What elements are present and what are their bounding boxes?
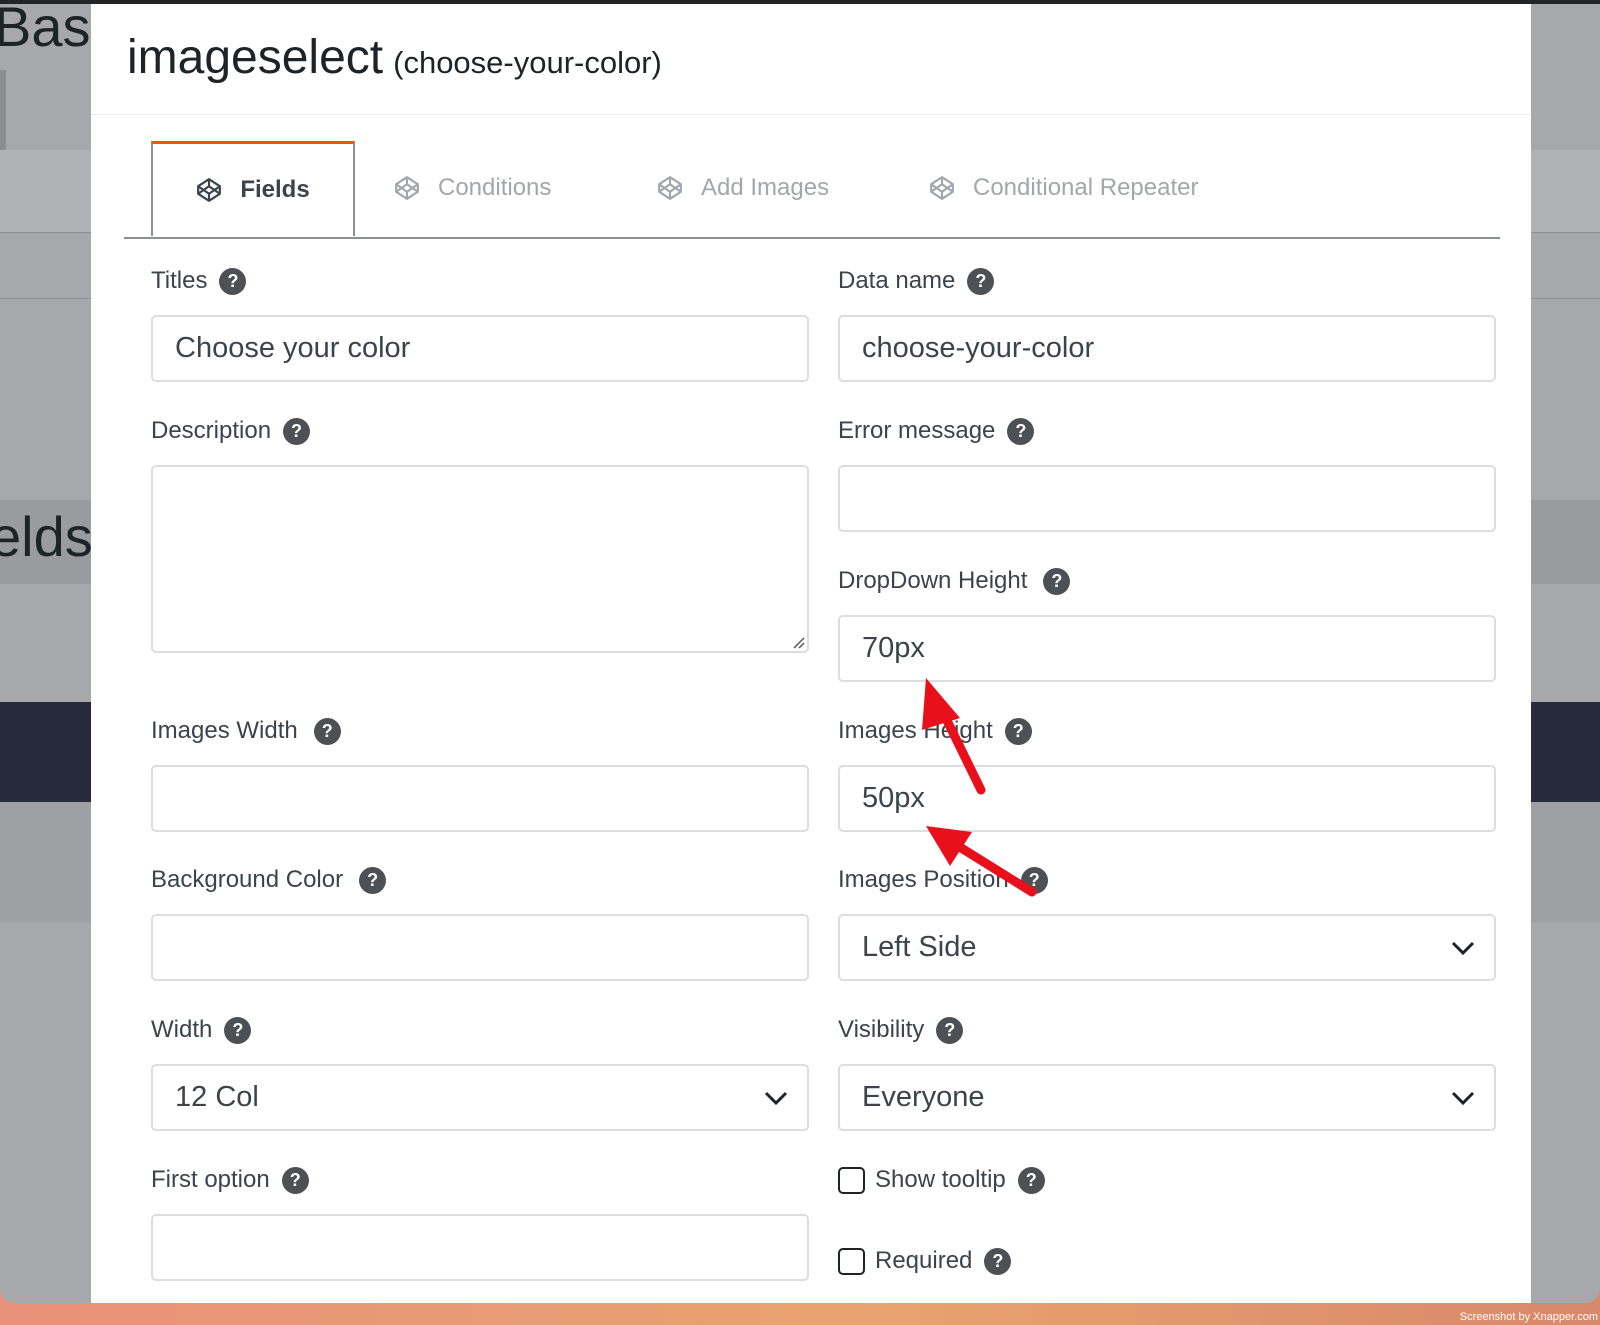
help-icon[interactable]: ? <box>281 1166 309 1194</box>
help-icon[interactable]: ? <box>936 1016 964 1044</box>
select-value: Everyone <box>862 1081 985 1113</box>
label-text: Width <box>151 1016 213 1043</box>
help-icon[interactable]: ? <box>313 717 341 745</box>
background-heading: Bas <box>0 0 91 58</box>
images-position-label: Images Position? <box>838 866 1048 894</box>
tab-label: Add Images <box>701 174 830 201</box>
label-text: Images Position <box>838 866 1009 893</box>
background-heading: elds <box>0 505 93 568</box>
images-height-input[interactable]: 50px <box>838 765 1496 832</box>
help-icon[interactable]: ? <box>1020 866 1048 894</box>
watermark: Screenshot by Xnapper.com <box>1459 1311 1598 1323</box>
field-type-title: imageselect <box>127 31 384 84</box>
checkbox-label: Required <box>875 1247 973 1274</box>
help-icon[interactable]: ? <box>1043 567 1071 595</box>
required-row[interactable]: Required? <box>838 1247 1012 1275</box>
help-icon[interactable]: ? <box>967 267 995 295</box>
width-select[interactable]: 12 Col <box>151 1064 809 1131</box>
label-text: First option <box>151 1166 270 1193</box>
background-color-label: Background Color? <box>151 866 387 894</box>
images-width-input[interactable] <box>151 765 809 832</box>
codepen-icon <box>197 178 222 202</box>
help-icon[interactable]: ? <box>1017 1166 1045 1194</box>
chevron-down-icon <box>1451 1091 1475 1106</box>
tab-label: Conditions <box>438 174 552 201</box>
help-icon[interactable]: ? <box>283 417 311 445</box>
images-position-select[interactable]: Left Side <box>838 914 1496 981</box>
label-text: Background Color <box>151 866 344 893</box>
visibility-label: Visibility? <box>838 1016 964 1044</box>
visibility-select[interactable]: Everyone <box>838 1064 1496 1131</box>
field-settings-modal: imageselect (choose-your-color) Fields Co… <box>91 4 1531 1303</box>
help-icon[interactable]: ? <box>1004 717 1032 745</box>
tab-bar: Fields Conditions Add Images Conditional… <box>124 141 1500 239</box>
codepen-icon <box>395 176 419 200</box>
help-icon[interactable]: ? <box>1007 417 1035 445</box>
modal-header: imageselect (choose-your-color) <box>91 4 1531 115</box>
required-checkbox[interactable] <box>838 1247 865 1275</box>
select-value: Left Side <box>862 931 977 963</box>
chevron-down-icon <box>1451 941 1475 956</box>
error-message-input[interactable] <box>838 465 1496 532</box>
titles-input[interactable]: Choose your color <box>151 315 809 382</box>
label-text: DropDown Height <box>838 567 1028 594</box>
codepen-icon <box>658 176 682 200</box>
tab-fields[interactable]: Fields <box>151 141 355 236</box>
width-label: Width? <box>151 1016 252 1044</box>
label-text: Titles <box>151 267 208 294</box>
label-text: Data name <box>838 267 956 294</box>
data-name-input[interactable]: choose-your-color <box>838 315 1496 382</box>
first-option-label: First option? <box>151 1166 309 1194</box>
tab-label: Conditional Repeater <box>973 174 1199 201</box>
images-height-label: Images Height? <box>838 717 1032 745</box>
help-icon[interactable]: ? <box>219 267 247 295</box>
error-message-label: Error message? <box>838 417 1035 445</box>
help-icon[interactable]: ? <box>984 1247 1012 1275</box>
tab-label: Fields <box>240 176 310 203</box>
label-text: Images Width <box>151 717 298 744</box>
images-width-label: Images Width? <box>151 717 341 745</box>
dropdown-height-label: DropDown Height? <box>838 567 1071 595</box>
background-divider <box>0 70 6 150</box>
description-textarea[interactable] <box>151 465 809 653</box>
show-tooltip-row[interactable]: Show tooltip? <box>838 1166 1045 1194</box>
codepen-icon <box>930 176 954 200</box>
description-label: Description? <box>151 417 311 445</box>
label-text: Visibility <box>838 1016 925 1043</box>
first-option-input[interactable] <box>151 1214 809 1281</box>
background-color-input[interactable] <box>151 914 809 981</box>
tab-conditional-repeater[interactable]: Conditional Repeater <box>929 141 1198 235</box>
titles-label: Titles? <box>151 267 247 295</box>
label-text: Description <box>151 417 272 444</box>
data-name-label: Data name? <box>838 267 995 295</box>
help-icon[interactable]: ? <box>224 1016 252 1044</box>
field-slug-subtitle: (choose-your-color) <box>393 45 662 80</box>
tab-conditions[interactable]: Conditions <box>394 141 551 235</box>
chevron-down-icon <box>764 1091 788 1106</box>
dropdown-height-input[interactable]: 70px <box>838 615 1496 682</box>
tab-add-images[interactable]: Add Images <box>657 141 829 235</box>
checkbox-label: Show tooltip <box>875 1166 1006 1193</box>
label-text: Error message <box>838 417 996 444</box>
select-value: 12 Col <box>175 1081 259 1113</box>
modal-title: imageselect (choose-your-color) <box>127 30 662 85</box>
show-tooltip-checkbox[interactable] <box>838 1166 865 1194</box>
resize-grip-icon[interactable] <box>791 635 805 649</box>
label-text: Images Height <box>838 717 993 744</box>
help-icon[interactable]: ? <box>359 866 387 894</box>
